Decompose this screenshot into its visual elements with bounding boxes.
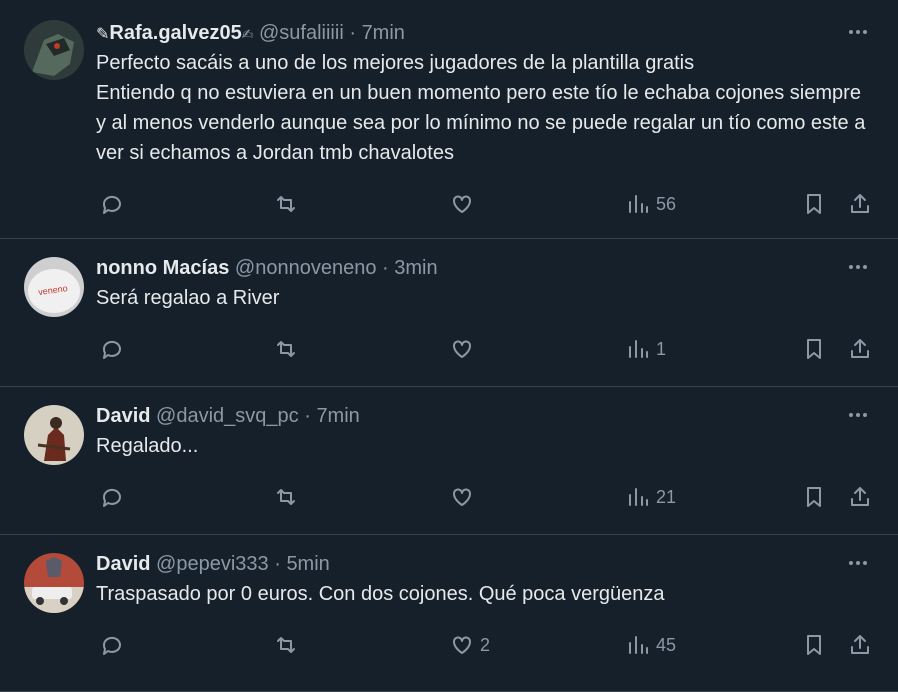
bookmark-icon (807, 635, 821, 655)
bookmark-button[interactable] (802, 335, 826, 363)
hand-icon: ✍ (241, 26, 254, 42)
separator: · (304, 405, 311, 427)
share-button[interactable] (848, 335, 872, 363)
views-button[interactable]: 56 (626, 190, 676, 218)
timestamp[interactable]: 3min (394, 257, 437, 279)
tweet-header: David @pepevi333 · 5min (96, 535, 898, 579)
like-button[interactable]: 2 (450, 631, 490, 659)
tweet-header: ✎Rafa.galvez05✍ @sufaliiiii · 7min (96, 0, 898, 48)
display-name[interactable]: David (96, 405, 150, 427)
timestamp[interactable]: 5min (286, 553, 329, 575)
pen-icon: ✎ (96, 26, 110, 43)
bookmark-button[interactable] (802, 631, 826, 659)
heart-icon (453, 636, 471, 654)
retweet-icon (277, 637, 295, 653)
views-button[interactable]: 45 (626, 631, 676, 659)
action-bar: 1 (96, 321, 898, 381)
heart-icon (453, 488, 471, 506)
retweet-button[interactable] (274, 335, 298, 363)
action-bar: 56 (96, 176, 898, 236)
separator: · (382, 257, 389, 279)
bookmark-icon (807, 194, 821, 214)
tweet[interactable]: David @david_svq_pc · 7min Regalado... 2… (0, 387, 898, 535)
retweet-icon (277, 489, 295, 505)
share-button[interactable] (848, 190, 872, 218)
like-button[interactable] (450, 190, 480, 218)
reply-button[interactable] (100, 335, 124, 363)
action-bar: 2 45 (96, 617, 898, 677)
view-count: 45 (656, 634, 677, 655)
avatar[interactable] (24, 20, 84, 80)
share-button[interactable] (848, 631, 872, 659)
reply-icon (102, 195, 121, 214)
reply-icon (102, 636, 121, 655)
username[interactable]: @nonnoveneno (235, 257, 377, 279)
retweet-button[interactable] (274, 631, 298, 659)
display-name[interactable]: Rafa.galvez05 (109, 22, 241, 44)
username[interactable]: @david_svq_pc (156, 405, 299, 427)
bookmark-icon (807, 487, 821, 507)
analytics-icon (629, 636, 648, 654)
views-button[interactable]: 21 (626, 483, 676, 511)
display-name[interactable]: nonno Macías (96, 257, 229, 279)
tweet[interactable]: ✎Rafa.galvez05✍ @sufaliiiii · 7min Perfe… (0, 0, 898, 239)
share-button[interactable] (848, 483, 872, 511)
retweet-button[interactable] (274, 190, 298, 218)
more-options-icon[interactable] (844, 257, 872, 277)
retweet-icon (277, 341, 295, 357)
reply-button[interactable] (100, 483, 124, 511)
like-button[interactable] (450, 335, 480, 363)
share-icon (851, 487, 869, 506)
tweet-text: Regalado... (96, 435, 199, 457)
tweet-text: Traspasado por 0 euros. Con dos cojones.… (96, 583, 665, 605)
more-options-icon[interactable] (844, 553, 872, 573)
tweet-header: nonno Macías @nonnoveneno · 3min (96, 239, 898, 283)
username[interactable]: @pepevi333 (156, 553, 269, 575)
view-count: 56 (656, 193, 677, 214)
tweet[interactable]: David @pepevi333 · 5min Traspasado por 0… (0, 535, 898, 692)
bookmark-button[interactable] (802, 190, 826, 218)
view-count: 1 (656, 338, 667, 359)
avatar[interactable] (24, 553, 84, 613)
analytics-icon (629, 195, 648, 213)
heart-icon (453, 340, 471, 358)
separator: · (349, 22, 356, 44)
reply-button[interactable] (100, 631, 124, 659)
more-options-icon[interactable] (844, 22, 872, 42)
analytics-icon (629, 340, 648, 358)
avatar[interactable]: veneno (24, 257, 84, 317)
view-count: 21 (656, 486, 677, 507)
views-button[interactable]: 1 (626, 335, 666, 363)
reply-icon (102, 488, 121, 507)
separator: · (274, 553, 281, 575)
action-bar: 21 (96, 469, 898, 529)
timestamp[interactable]: 7min (316, 405, 359, 427)
like-count: 2 (480, 634, 491, 655)
like-button[interactable] (450, 483, 480, 511)
bookmark-icon (807, 339, 821, 359)
reply-button[interactable] (100, 190, 124, 218)
tweet[interactable]: veneno nonno Macías @nonnoveneno · 3min … (0, 239, 898, 387)
avatar[interactable] (24, 405, 84, 465)
retweet-icon (277, 196, 295, 212)
more-options-icon[interactable] (844, 405, 872, 425)
username[interactable]: @sufaliiiii (259, 22, 344, 44)
timestamp[interactable]: 7min (362, 22, 405, 44)
analytics-icon (629, 488, 648, 506)
reply-feed: ✎Rafa.galvez05✍ @sufaliiiii · 7min Perfe… (0, 0, 898, 692)
tweet-text: Perfecto sacáis a uno de los mejores jug… (96, 52, 866, 164)
tweet-header: David @david_svq_pc · 7min (96, 387, 898, 431)
retweet-button[interactable] (274, 483, 298, 511)
display-name[interactable]: David (96, 553, 150, 575)
bookmark-button[interactable] (802, 483, 826, 511)
share-icon (851, 194, 869, 213)
heart-icon (453, 195, 471, 213)
reply-icon (102, 340, 121, 359)
share-icon (851, 339, 869, 358)
tweet-text: Será regalao a River (96, 287, 280, 309)
share-icon (851, 635, 869, 654)
